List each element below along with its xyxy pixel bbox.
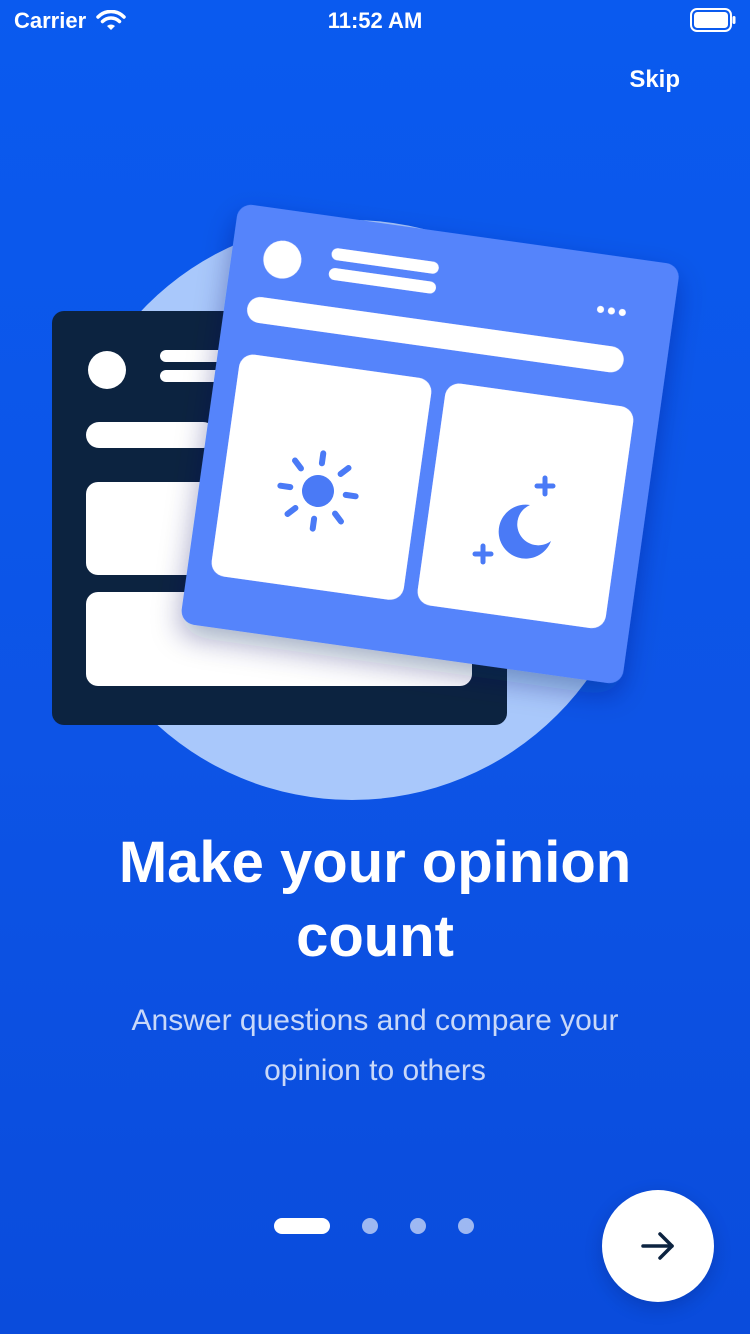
next-button[interactable] <box>602 1190 714 1302</box>
subtitle-line-1: Answer questions and compare your <box>131 1004 619 1037</box>
title-line-1: Make your opinion <box>118 830 632 895</box>
onboarding-illustration <box>52 204 679 800</box>
onboarding-title: Make your opinion count <box>40 826 710 974</box>
title-line-2: count <box>296 904 454 969</box>
status-time: 11:52 AM <box>327 8 423 33</box>
page-dot-1[interactable] <box>274 1218 330 1234</box>
battery-icon <box>690 8 736 32</box>
page-dot-3[interactable] <box>410 1218 426 1234</box>
page-indicator <box>274 1217 474 1235</box>
page-dot-4[interactable] <box>458 1218 474 1234</box>
subtitle-line-2: opinion to others <box>264 1054 486 1087</box>
light-card <box>181 204 679 684</box>
arrow-right-icon <box>641 1232 674 1260</box>
onboarding-subtitle: Answer questions and compare your opinio… <box>90 996 660 1096</box>
status-bar: Carrier 11:52 AM <box>0 0 750 40</box>
page-dot-2[interactable] <box>362 1218 378 1234</box>
skip-button[interactable]: Skip <box>629 66 680 94</box>
